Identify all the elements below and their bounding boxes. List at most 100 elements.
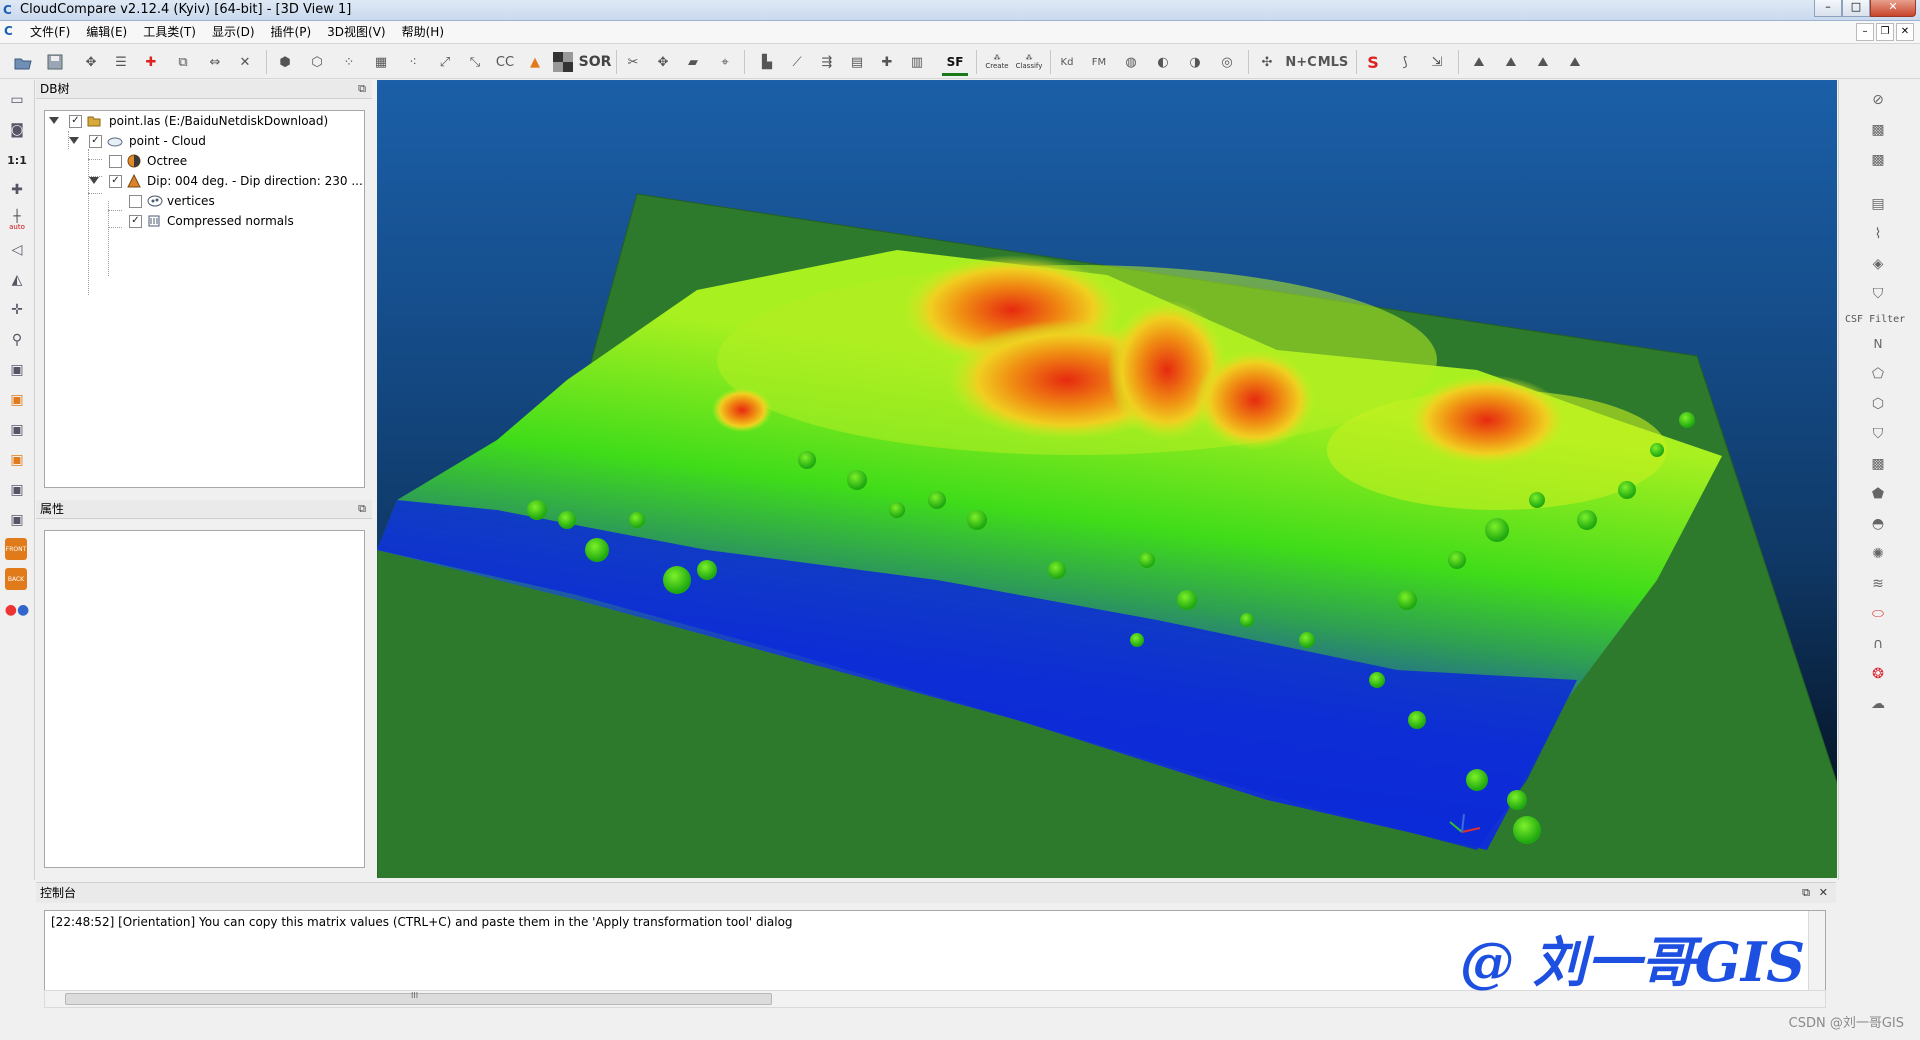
cloud-plugin-icon[interactable]: ☁ [1866, 692, 1890, 716]
add-point-icon[interactable]: ✚ [140, 51, 162, 73]
distance-icon[interactable]: ⤢ [434, 51, 456, 73]
mdi-close-button[interactable]: ✕ [1896, 23, 1914, 41]
top-view-icon[interactable]: ▣ [5, 358, 29, 382]
segment-icon[interactable]: ⬡ [306, 51, 328, 73]
delete-icon[interactable]: ✕ [234, 51, 256, 73]
mountain-icon-4[interactable]: ⛰ [1564, 51, 1586, 73]
menu-edit[interactable]: 编辑(E) [78, 21, 135, 43]
checker-icon[interactable] [552, 51, 574, 73]
bottom-view-icon[interactable]: ▣ [5, 478, 29, 502]
console-undock-icon[interactable]: ⧉ [1802, 883, 1810, 903]
cc-icon[interactable]: CC [494, 51, 516, 73]
camera-icon[interactable]: ◙ [5, 118, 29, 142]
clapper-icon[interactable]: ▤ [1866, 192, 1890, 216]
density-icon[interactable]: ▦ [370, 51, 392, 73]
pointer-icon[interactable]: ❂ [1866, 662, 1890, 686]
calc-icon[interactable]: ▤ [846, 51, 868, 73]
list-icon[interactable]: ☰ [110, 51, 132, 73]
shield-icon-2[interactable]: ⛉ [1866, 422, 1890, 446]
screen-icon[interactable]: ▭ [5, 88, 29, 112]
front-button[interactable]: FRONT [5, 538, 27, 560]
eye-dome-icon[interactable]: ◍ [1120, 51, 1142, 73]
subsample-icon[interactable]: ⁘ [338, 51, 360, 73]
zoom-1to1-button[interactable]: 1:1 [5, 148, 29, 172]
mdi-minimize-button[interactable]: – [1856, 23, 1874, 41]
scrollbar-thumb[interactable]: III [65, 991, 772, 1005]
ellipse-icon[interactable]: ⬭ [1866, 602, 1890, 626]
back-button[interactable]: BACK [5, 568, 27, 590]
iso-view-icon[interactable]: ▣ [5, 508, 29, 532]
puzzle-icon[interactable]: ✣ [1256, 51, 1278, 73]
gear-icon[interactable]: ✺ [1866, 542, 1890, 566]
sor-filter-button[interactable]: SOR [579, 51, 612, 73]
mls-button[interactable]: MLS [1318, 51, 1349, 73]
checkbox[interactable]: ✓ [129, 215, 142, 228]
compass-icon[interactable]: ◈ [1866, 252, 1890, 276]
stereo-icon[interactable]: ● ● [5, 598, 29, 622]
expand-arrow-icon[interactable] [89, 177, 99, 184]
nc-button[interactable]: N+C [1285, 51, 1316, 73]
profile-icon[interactable]: ⟆ [1394, 51, 1416, 73]
m3c2-icon[interactable]: ⬡ [1866, 392, 1890, 416]
console-vertical-scrollbar[interactable] [1808, 911, 1825, 993]
add-sf-icon[interactable]: ✚ [876, 51, 898, 73]
menu-tools[interactable]: 工具类(T) [135, 21, 204, 43]
orange-cone-icon[interactable]: ▲ [524, 51, 546, 73]
col-icon[interactable]: ▩ [1866, 118, 1890, 142]
canupo-classify-button[interactable]: ⁂ Classify [1014, 51, 1044, 73]
no-entry-icon[interactable]: ⊘ [1866, 88, 1890, 112]
globe-icon[interactable]: ◎ [1216, 51, 1238, 73]
ssao-icon[interactable]: ◐ [1152, 51, 1174, 73]
checkbox[interactable]: ✓ [89, 135, 102, 148]
checkbox[interactable]: ✓ [109, 175, 122, 188]
tree-item-octree[interactable]: Octree [45, 151, 363, 171]
menu-file[interactable]: 文件(F) [22, 21, 78, 43]
menu-display[interactable]: 显示(D) [204, 21, 263, 43]
db-tree-undock-icon[interactable]: ⧉ [358, 80, 366, 98]
export-icon[interactable]: ⇲ [1426, 51, 1448, 73]
mountain-icon-3[interactable]: ⛰ [1532, 51, 1554, 73]
ransac-icon[interactable]: ◓ [1866, 512, 1890, 536]
properties-panel[interactable] [44, 530, 365, 868]
maximize-button[interactable]: □ [1842, 0, 1870, 17]
perspective-icon[interactable]: ◁ [5, 238, 29, 262]
transform-icon[interactable]: ✥ [80, 51, 102, 73]
ssao-plugin-icon[interactable]: ▩ [1866, 148, 1890, 172]
menu-plugins[interactable]: 插件(P) [263, 21, 320, 43]
3d-view[interactable] [377, 80, 1837, 878]
translate-icon[interactable]: ✥ [652, 51, 674, 73]
center-icon[interactable]: ✚ [5, 178, 29, 202]
plot-icon[interactable]: ⟋ [786, 51, 808, 73]
magnet-icon[interactable]: ∩ [1866, 632, 1890, 656]
align-icon[interactable]: ⇔ [204, 51, 226, 73]
remove-sf-icon[interactable]: ▥ [906, 51, 928, 73]
checkbox[interactable]: ✓ [69, 115, 82, 128]
layers-icon[interactable]: ≋ [1866, 572, 1890, 596]
menu-help[interactable]: 帮助(H) [394, 21, 452, 43]
properties-undock-icon[interactable]: ⧉ [358, 500, 366, 518]
auto-pivot-button[interactable]: ┼ auto [5, 208, 29, 232]
sphere-icon[interactable]: ◑ [1184, 51, 1206, 73]
c2c-icon[interactable]: ⤡ [464, 51, 486, 73]
canupo-create-button[interactable]: ⁂ Create [982, 51, 1012, 73]
console-close-icon[interactable]: ✕ [1819, 883, 1828, 903]
zoom-icon[interactable]: ⚲ [5, 328, 29, 352]
tree-item-facet[interactable]: ✓ Dip: 004 deg. - Dip direction: 230 ... [45, 171, 363, 191]
pick-icon[interactable]: ⌖ [714, 51, 736, 73]
open-icon[interactable] [12, 51, 34, 73]
red-s-icon[interactable]: S [1362, 51, 1384, 73]
tree-item-vertices[interactable]: vertices [45, 191, 363, 211]
kd-button[interactable]: Kd [1056, 51, 1078, 73]
left-view-icon[interactable]: ▣ [5, 418, 29, 442]
close-button[interactable]: ✕ [1870, 0, 1916, 17]
expand-arrow-icon[interactable] [49, 117, 59, 124]
sf-arith-icon[interactable]: ⇶ [816, 51, 838, 73]
histogram-icon[interactable]: ▙ [756, 51, 778, 73]
sf-button[interactable]: SF [942, 51, 968, 76]
front-view-icon[interactable]: ▣ [5, 388, 29, 412]
brush-icon[interactable]: ⌇ [1866, 222, 1890, 246]
mountain-icon-2[interactable]: ⛰ [1500, 51, 1522, 73]
light-icon[interactable]: ◭ [5, 268, 29, 292]
checkbox[interactable] [109, 155, 122, 168]
checkbox[interactable] [129, 195, 142, 208]
